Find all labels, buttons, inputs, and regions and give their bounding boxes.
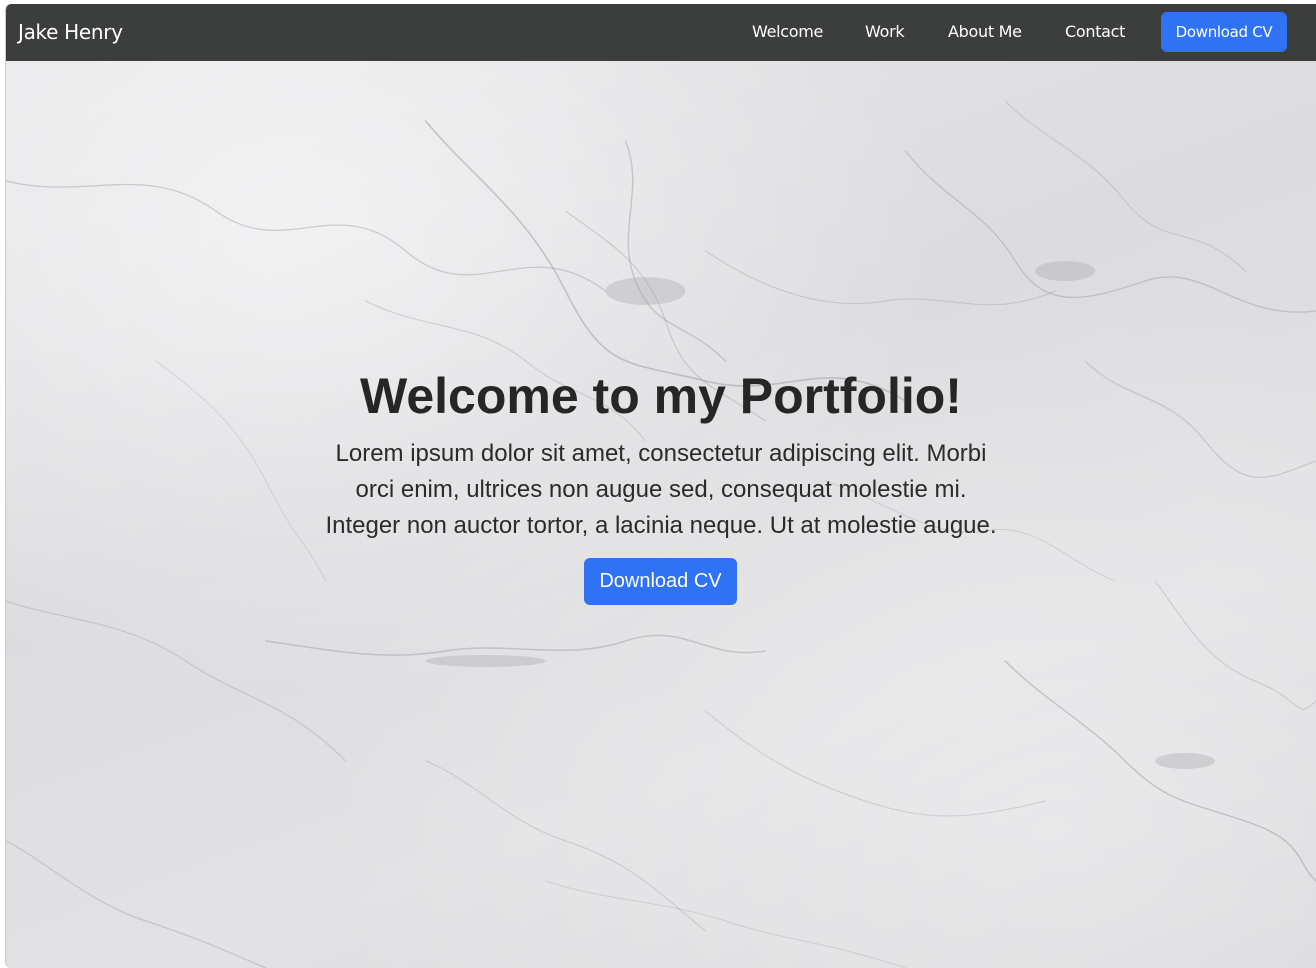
hero-content: Welcome to my Portfolio! Lorem ipsum dol… xyxy=(6,61,1316,968)
nav-link-about-me[interactable]: About Me xyxy=(948,22,1022,41)
nav-link-work[interactable]: Work xyxy=(865,22,905,41)
hero-description: Lorem ipsum dolor sit amet, consectetur … xyxy=(325,440,997,539)
hero-download-cv-button[interactable]: Download CV xyxy=(584,558,737,605)
hero-title: Welcome to my Portfolio! xyxy=(360,368,962,424)
browser-viewport: Jake Henry Welcome Work About Me Contact… xyxy=(5,4,1316,968)
brand-logo[interactable]: Jake Henry xyxy=(18,20,123,44)
nav-download-cv-button[interactable]: Download CV xyxy=(1161,12,1287,52)
hero-section: Welcome to my Portfolio! Lorem ipsum dol… xyxy=(6,61,1316,968)
nav-link-contact[interactable]: Contact xyxy=(1065,22,1125,41)
nav-link-welcome[interactable]: Welcome xyxy=(752,22,823,41)
navbar: Jake Henry Welcome Work About Me Contact… xyxy=(6,4,1316,61)
